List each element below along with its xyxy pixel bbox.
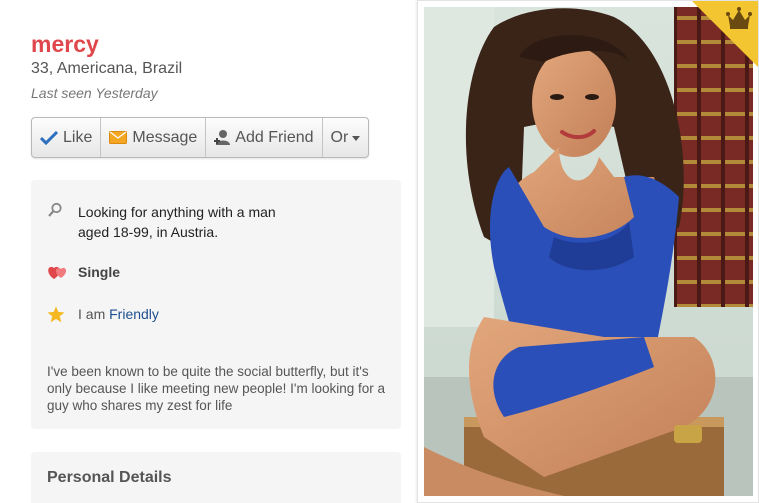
profile-photo[interactable]	[424, 7, 753, 496]
looking-for-line1: Looking for anything with a man	[78, 204, 276, 220]
star-icon	[47, 306, 69, 323]
profile-photo-frame[interactable]	[417, 0, 759, 503]
profile-name: mercy	[31, 31, 99, 57]
action-button-group: Like Message Add Friend Or	[31, 117, 370, 158]
personality-prefix: I am	[78, 306, 106, 322]
profile-panel: mercy 33, Americana, Brazil Last seen Ye…	[0, 0, 416, 503]
summary-card: Looking for anything with a man aged 18-…	[31, 180, 401, 429]
personal-details-title: Personal Details	[47, 469, 172, 486]
caret-down-icon	[352, 136, 361, 141]
like-button[interactable]: Like	[32, 118, 102, 157]
hearts-icon	[47, 264, 69, 280]
message-button[interactable]: Message	[101, 118, 207, 157]
relationship-row: Single	[47, 264, 120, 280]
profile-location: 33, Americana, Brazil	[31, 60, 183, 77]
personality-link[interactable]: Friendly	[109, 306, 159, 322]
person-add-icon	[214, 129, 231, 146]
looking-for-line2: aged 18-99, in Austria.	[78, 224, 219, 240]
add-friend-label: Add Friend	[235, 128, 314, 146]
or-dropdown-button[interactable]: Or	[323, 118, 369, 157]
personal-details-card: Personal Details	[31, 452, 401, 503]
search-icon	[47, 202, 69, 218]
bio-text: I've been known to be quite the social b…	[47, 364, 386, 413]
envelope-icon	[109, 131, 128, 144]
looking-for-row: Looking for anything with a man aged 18-…	[47, 202, 276, 242]
relationship-status: Single	[78, 264, 121, 280]
crown-icon	[726, 7, 752, 34]
or-label: Or	[330, 128, 349, 146]
check-icon	[40, 130, 58, 145]
like-label: Like	[63, 128, 93, 146]
add-friend-button[interactable]: Add Friend	[206, 118, 323, 157]
personality-row: I am Friendly	[47, 306, 159, 323]
message-label: Message	[132, 128, 198, 146]
last-seen: Last seen Yesterday	[31, 85, 158, 101]
